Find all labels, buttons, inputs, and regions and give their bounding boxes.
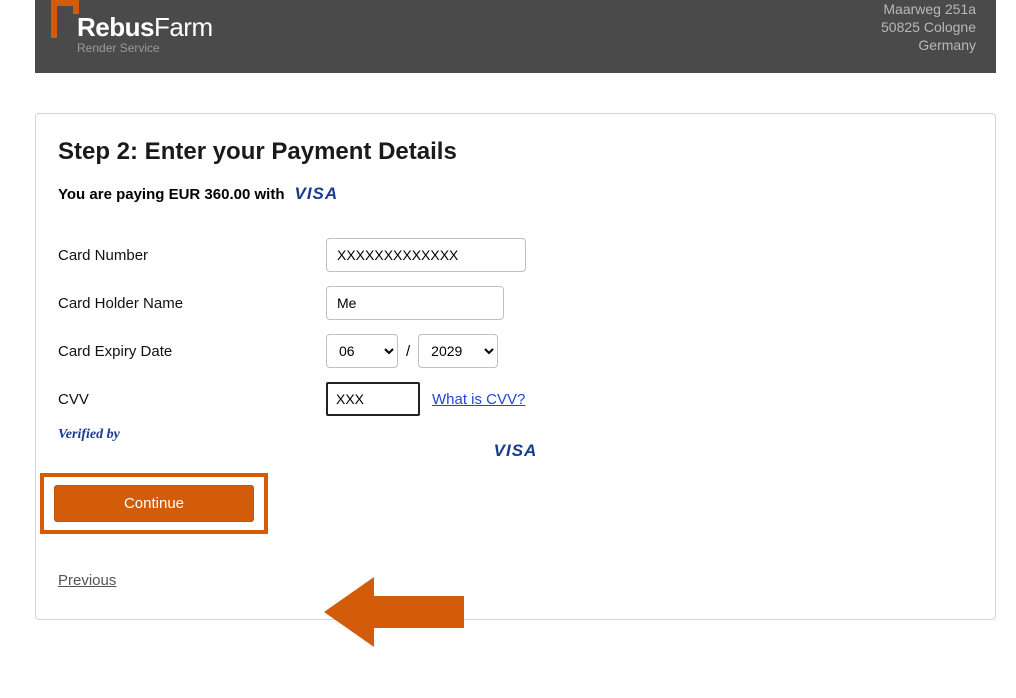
card-number-input[interactable] [326,238,526,272]
expiry-year-select[interactable]: 2029 [418,334,498,368]
page-header: RebusFarm Render Service Maarweg 251a 50… [35,0,996,73]
payment-card: Step 2: Enter your Payment Details You a… [35,113,996,620]
card-holder-label: Card Holder Name [58,295,326,312]
paying-summary: You are paying EUR 360.00 with VISA [58,184,973,204]
annotation-arrow-icon [324,572,464,652]
verified-by-visa-badge: Verified by VISA [58,428,973,459]
previous-link[interactable]: Previous [58,572,116,589]
expiry-label: Card Expiry Date [58,343,326,360]
continue-button[interactable]: Continue [54,485,254,522]
card-holder-input[interactable] [326,286,504,320]
verified-visa-logo-icon: VISA [58,442,973,459]
paying-prefix: You are paying [58,186,164,203]
paying-suffix: with [254,186,284,203]
logo-tagline: Render Service [77,41,213,55]
cvv-label: CVV [58,391,326,408]
brand-logo: RebusFarm Render Service [51,0,213,55]
step-title: Step 2: Enter your Payment Details [58,138,973,166]
cvv-input[interactable] [326,382,420,416]
company-address: Maarweg 251a 50825 Cologne Germany [881,0,976,55]
expiry-month-select[interactable]: 06 [326,334,398,368]
logo-mark-icon [51,0,79,38]
previous-step: Previous [58,572,973,589]
address-line-1: Maarweg 251a [881,0,976,18]
card-number-label: Card Number [58,247,326,264]
address-line-2: 50825 Cologne [881,18,976,36]
verified-by-text: Verified by [58,427,120,442]
cvv-help-link[interactable]: What is CVV? [432,391,525,408]
expiry-separator: / [406,343,410,360]
paying-amount: EUR 360.00 [169,186,251,203]
visa-logo-icon: VISA [294,184,338,204]
logo-brand-text: Rebus [77,12,154,42]
address-line-3: Germany [881,36,976,54]
logo-suffix-text: Farm [154,12,213,42]
continue-highlight-box: Continue [40,473,268,534]
